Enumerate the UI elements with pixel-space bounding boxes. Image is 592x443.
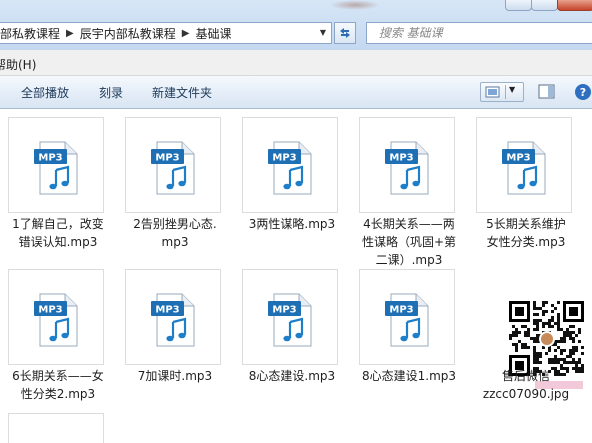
file-thumbnail[interactable]: MP3 <box>476 117 572 213</box>
file-name-line: 错误认知.mp3 <box>18 235 98 249</box>
breadcrumb-item[interactable]: 部私教课程 <box>0 25 64 42</box>
preview-pane-icon[interactable] <box>538 84 556 100</box>
file-name-line: 女性分类.mp3 <box>486 235 566 249</box>
file-thumbnail[interactable] <box>476 269 585 391</box>
view-icon <box>485 86 500 98</box>
refresh-icon <box>340 28 350 38</box>
title-bar-blurred-area <box>330 0 380 10</box>
file-thumbnail[interactable]: MP3 <box>359 117 455 213</box>
svg-text:MP3: MP3 <box>506 153 530 164</box>
title-bar <box>0 0 592 12</box>
breadcrumb-arrow-icon[interactable]: ▶ <box>64 28 76 39</box>
menu-help[interactable]: 帮助(H) <box>0 56 36 73</box>
svg-text:MP3: MP3 <box>272 153 296 164</box>
new-folder-button[interactable]: 新建文件夹 <box>152 84 212 101</box>
mp3-file-icon: MP3 <box>34 141 78 195</box>
menu-bar: 帮助(H) <box>0 50 592 76</box>
view-button-separator <box>505 85 506 99</box>
file-name-line: 2告别挫男心态. <box>133 217 217 231</box>
burn-button[interactable]: 刻录 <box>99 84 123 101</box>
file-name-line: 性分类2.mp3 <box>20 387 96 401</box>
file-name-line: 8心态建设.mp3 <box>248 369 336 383</box>
file-thumbnail[interactable]: MP3 <box>242 269 338 365</box>
file-name-line: 3两性谋略.mp3 <box>248 217 336 231</box>
file-item[interactable]: MP3 6长期关系——女 性分类2.mp3 <box>0 262 116 412</box>
svg-text:MP3: MP3 <box>389 153 413 164</box>
file-name-line: zzcc07090.jpg <box>482 387 570 401</box>
file-item[interactable]: MP3 8心态建设1.mp3 <box>351 262 467 412</box>
file-thumbnail[interactable]: MP3 <box>242 117 338 213</box>
file-name-line: 7加课时.mp3 <box>137 369 213 383</box>
mp3-file-icon: MP3 <box>151 141 195 195</box>
play-all-button[interactable]: 全部播放 <box>21 84 69 101</box>
file-item-partial[interactable] <box>0 406 116 443</box>
file-name-line: 5长期关系维护 <box>486 217 566 231</box>
mp3-file-icon: MP3 <box>268 141 312 195</box>
file-thumbnail[interactable]: MP3 <box>359 269 455 365</box>
help-icon[interactable]: ? <box>574 83 592 101</box>
file-item[interactable]: MP3 3两性谋略.mp3 <box>234 110 350 260</box>
refresh-button[interactable] <box>334 22 356 44</box>
breadcrumb-arrow-icon[interactable]: ▶ <box>180 28 192 39</box>
file-item[interactable]: MP3 5长期关系维护 女性分类.mp3 <box>468 110 584 260</box>
svg-text:MP3: MP3 <box>155 305 179 316</box>
close-button[interactable] <box>557 0 592 11</box>
file-grid: MP3 1了解自己，改变 错误认知.mp3 MP3 2告别挫男心态. mp3 MP3… <box>0 110 592 443</box>
address-bar[interactable]: 部私教课程 ▶ 辰宇内部私教课程 ▶ 基础课 ▼ <box>0 22 332 44</box>
file-item[interactable]: MP3 1了解自己，改变 错误认知.mp3 <box>0 110 116 260</box>
breadcrumb-item[interactable]: 基础课 <box>191 25 235 42</box>
address-dropdown-icon[interactable]: ▼ <box>317 27 329 39</box>
mp3-file-icon: MP3 <box>34 293 78 347</box>
file-thumbnail[interactable]: MP3 <box>8 269 104 365</box>
file-name-line: 售后微信 <box>501 369 550 383</box>
search-placeholder: 搜索 基础课 <box>378 26 443 40</box>
change-view-button[interactable]: ▼ <box>480 82 524 102</box>
file-name-line: 4长期关系——两 <box>363 217 455 231</box>
minimize-button[interactable] <box>505 0 532 11</box>
maximize-button[interactable] <box>531 0 558 11</box>
file-thumbnail[interactable] <box>8 413 104 443</box>
file-name-line: 1了解自己，改变 <box>12 217 104 231</box>
file-thumbnail[interactable]: MP3 <box>125 269 221 365</box>
file-name-line: 性谋略（巩固+第 <box>361 235 457 249</box>
svg-text:MP3: MP3 <box>272 305 296 316</box>
mp3-file-icon: MP3 <box>268 293 312 347</box>
file-name-line: 8心态建设1.mp3 <box>361 369 457 383</box>
mp3-file-icon: MP3 <box>385 141 429 195</box>
mp3-file-icon: MP3 <box>151 293 195 347</box>
file-item[interactable]: 售后微信 zzcc07090.jpg <box>468 262 585 412</box>
svg-text:?: ? <box>580 86 586 99</box>
command-bar: 全部播放 刻录 新建文件夹 ▼ ? <box>0 76 592 109</box>
file-thumbnail[interactable]: MP3 <box>8 117 104 213</box>
file-item[interactable]: MP3 2告别挫男心态. mp3 <box>117 110 233 260</box>
chevron-down-icon[interactable]: ▼ <box>509 85 515 94</box>
search-input[interactable]: 搜索 基础课 <box>366 22 592 44</box>
file-name-line: mp3 <box>161 235 189 249</box>
svg-text:MP3: MP3 <box>389 305 413 316</box>
svg-text:MP3: MP3 <box>38 153 62 164</box>
window-chrome: 部私教课程 ▶ 辰宇内部私教课程 ▶ 基础课 ▼ 搜索 基础课 <box>0 0 592 50</box>
file-item[interactable]: MP3 4长期关系——两 性谋略（巩固+第 二课）.mp3 <box>351 110 467 267</box>
svg-text:MP3: MP3 <box>38 305 62 316</box>
file-thumbnail[interactable]: MP3 <box>125 117 221 213</box>
file-item[interactable]: MP3 8心态建设.mp3 <box>234 262 350 412</box>
file-name-line: 6长期关系——女 <box>12 369 104 383</box>
file-item[interactable]: MP3 7加课时.mp3 <box>117 262 233 412</box>
mp3-file-icon: MP3 <box>385 293 429 347</box>
svg-text:MP3: MP3 <box>155 153 179 164</box>
breadcrumb-item[interactable]: 辰宇内部私教课程 <box>76 25 180 42</box>
mp3-file-icon: MP3 <box>502 141 546 195</box>
